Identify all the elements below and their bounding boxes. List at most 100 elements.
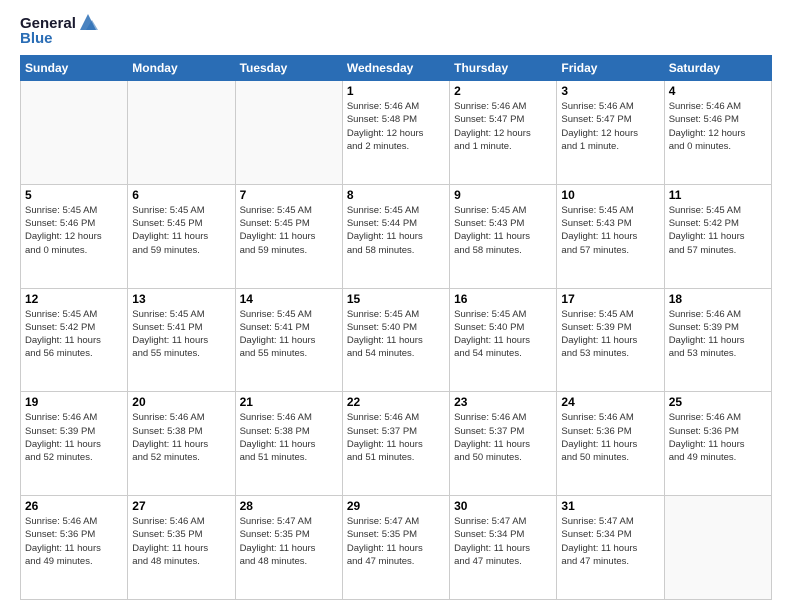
day-cell-7: 7Sunrise: 5:45 AMSunset: 5:45 PMDaylight… [235,184,342,288]
day-number: 25 [669,395,767,409]
day-cell-4: 4 Sunrise: 5:46 AMSunset: 5:46 PMDaylight… [664,81,771,185]
day-cell-31: 31 Sunrise: 5:47 AMSunset: 5:34 PMDayligh… [557,496,664,600]
day-info: Sunrise: 5:45 AMSunset: 5:42 PMDaylight:… [669,204,767,257]
day-cell-8: 8Sunrise: 5:45 AMSunset: 5:44 PMDaylight… [342,184,449,288]
day-cell-2: 2 Sunrise: 5:46 AMSunset: 5:47 PMDaylight… [450,81,557,185]
day-number: 27 [132,499,230,513]
calendar-table: SundayMondayTuesdayWednesdayThursdayFrid… [20,55,772,600]
calendar-header-row: SundayMondayTuesdayWednesdayThursdayFrid… [21,56,772,81]
col-header-thursday: Thursday [450,56,557,81]
empty-cell [235,81,342,185]
day-number: 10 [561,188,659,202]
day-cell-6: 6 Sunrise: 5:45 AMSunset: 5:45 PMDaylight… [128,184,235,288]
day-info: Sunrise: 5:45 AMSunset: 5:39 PMDaylight:… [561,308,659,361]
day-info: Sunrise: 5:46 AMSunset: 5:37 PMDaylight:… [347,411,445,464]
col-header-sunday: Sunday [21,56,128,81]
week-row-1: 1 Sunrise: 5:46 AMSunset: 5:48 PMDaylight… [21,81,772,185]
day-info: Sunrise: 5:45 AMSunset: 5:45 PMDaylight:… [240,204,338,257]
day-cell-12: 12 Sunrise: 5:45 AMSunset: 5:42 PMDayligh… [21,288,128,392]
day-number: 15 [347,292,445,306]
day-number: 29 [347,499,445,513]
col-header-tuesday: Tuesday [235,56,342,81]
day-cell-5: 5 Sunrise: 5:45 AMSunset: 5:46 PMDaylight… [21,184,128,288]
logo-icon [78,12,98,32]
day-number: 4 [669,84,767,98]
day-cell-15: 15 Sunrise: 5:45 AMSunset: 5:40 PMDayligh… [342,288,449,392]
day-cell-14: 14 Sunrise: 5:45 AMSunset: 5:41 PMDayligh… [235,288,342,392]
week-row-2: 5 Sunrise: 5:45 AMSunset: 5:46 PMDaylight… [21,184,772,288]
day-number: 23 [454,395,552,409]
day-number: 3 [561,84,659,98]
day-number: 13 [132,292,230,306]
day-info: Sunrise: 5:46 AMSunset: 5:38 PMDaylight:… [132,411,230,464]
day-info: Sunrise: 5:45 AMSunset: 5:42 PMDaylight:… [25,308,123,361]
day-cell-23: 23 Sunrise: 5:46 AMSunset: 5:37 PMDayligh… [450,392,557,496]
day-number: 14 [240,292,338,306]
day-cell-25: 25Sunrise: 5:46 AMSunset: 5:36 PMDayligh… [664,392,771,496]
day-number: 16 [454,292,552,306]
day-info: Sunrise: 5:45 AMSunset: 5:41 PMDaylight:… [132,308,230,361]
day-info: Sunrise: 5:46 AMSunset: 5:47 PMDaylight:… [454,100,552,153]
day-number: 11 [669,188,767,202]
day-number: 21 [240,395,338,409]
logo-text-blue: Blue [20,31,53,48]
day-number: 2 [454,84,552,98]
day-number: 9 [454,188,552,202]
day-number: 8 [347,188,445,202]
logo: General Blue [20,16,98,47]
day-cell-22: 22 Sunrise: 5:46 AMSunset: 5:37 PMDayligh… [342,392,449,496]
day-cell-30: 30 Sunrise: 5:47 AMSunset: 5:34 PMDayligh… [450,496,557,600]
day-info: Sunrise: 5:47 AMSunset: 5:35 PMDaylight:… [240,515,338,568]
day-cell-24: 24 Sunrise: 5:46 AMSunset: 5:36 PMDayligh… [557,392,664,496]
day-number: 20 [132,395,230,409]
day-cell-27: 27Sunrise: 5:46 AMSunset: 5:35 PMDayligh… [128,496,235,600]
day-info: Sunrise: 5:46 AMSunset: 5:47 PMDaylight:… [561,100,659,153]
empty-cell [128,81,235,185]
day-number: 12 [25,292,123,306]
day-info: Sunrise: 5:47 AMSunset: 5:35 PMDaylight:… [347,515,445,568]
col-header-monday: Monday [128,56,235,81]
day-cell-29: 29 Sunrise: 5:47 AMSunset: 5:35 PMDayligh… [342,496,449,600]
day-info: Sunrise: 5:47 AMSunset: 5:34 PMDaylight:… [561,515,659,568]
day-cell-13: 13 Sunrise: 5:45 AMSunset: 5:41 PMDayligh… [128,288,235,392]
day-number: 5 [25,188,123,202]
day-number: 17 [561,292,659,306]
day-info: Sunrise: 5:46 AMSunset: 5:48 PMDaylight:… [347,100,445,153]
week-row-3: 12 Sunrise: 5:45 AMSunset: 5:42 PMDayligh… [21,288,772,392]
day-info: Sunrise: 5:46 AMSunset: 5:36 PMDaylight:… [561,411,659,464]
day-number: 31 [561,499,659,513]
day-number: 1 [347,84,445,98]
day-info: Sunrise: 5:47 AMSunset: 5:34 PMDaylight:… [454,515,552,568]
day-info: Sunrise: 5:46 AMSunset: 5:39 PMDaylight:… [669,308,767,361]
day-cell-17: 17 Sunrise: 5:45 AMSunset: 5:39 PMDayligh… [557,288,664,392]
day-number: 22 [347,395,445,409]
day-info: Sunrise: 5:46 AMSunset: 5:37 PMDaylight:… [454,411,552,464]
day-cell-11: 11 Sunrise: 5:45 AMSunset: 5:42 PMDayligh… [664,184,771,288]
day-info: Sunrise: 5:45 AMSunset: 5:40 PMDaylight:… [347,308,445,361]
day-cell-16: 16 Sunrise: 5:45 AMSunset: 5:40 PMDayligh… [450,288,557,392]
day-cell-3: 3 Sunrise: 5:46 AMSunset: 5:47 PMDaylight… [557,81,664,185]
day-info: Sunrise: 5:45 AMSunset: 5:45 PMDaylight:… [132,204,230,257]
day-info: Sunrise: 5:45 AMSunset: 5:41 PMDaylight:… [240,308,338,361]
day-info: Sunrise: 5:45 AMSunset: 5:43 PMDaylight:… [561,204,659,257]
day-cell-28: 28Sunrise: 5:47 AMSunset: 5:35 PMDayligh… [235,496,342,600]
empty-cell [21,81,128,185]
day-number: 30 [454,499,552,513]
day-cell-20: 20 Sunrise: 5:46 AMSunset: 5:38 PMDayligh… [128,392,235,496]
day-info: Sunrise: 5:45 AMSunset: 5:40 PMDaylight:… [454,308,552,361]
day-info: Sunrise: 5:46 AMSunset: 5:46 PMDaylight:… [669,100,767,153]
day-number: 6 [132,188,230,202]
day-cell-19: 19 Sunrise: 5:46 AMSunset: 5:39 PMDayligh… [21,392,128,496]
day-info: Sunrise: 5:45 AMSunset: 5:46 PMDaylight:… [25,204,123,257]
day-number: 19 [25,395,123,409]
day-info: Sunrise: 5:46 AMSunset: 5:39 PMDaylight:… [25,411,123,464]
day-cell-10: 10 Sunrise: 5:45 AMSunset: 5:43 PMDayligh… [557,184,664,288]
day-number: 24 [561,395,659,409]
day-number: 18 [669,292,767,306]
day-info: Sunrise: 5:46 AMSunset: 5:36 PMDaylight:… [25,515,123,568]
col-header-friday: Friday [557,56,664,81]
col-header-saturday: Saturday [664,56,771,81]
day-cell-18: 18 Sunrise: 5:46 AMSunset: 5:39 PMDayligh… [664,288,771,392]
day-cell-21: 21Sunrise: 5:46 AMSunset: 5:38 PMDayligh… [235,392,342,496]
header: General Blue [20,16,772,47]
